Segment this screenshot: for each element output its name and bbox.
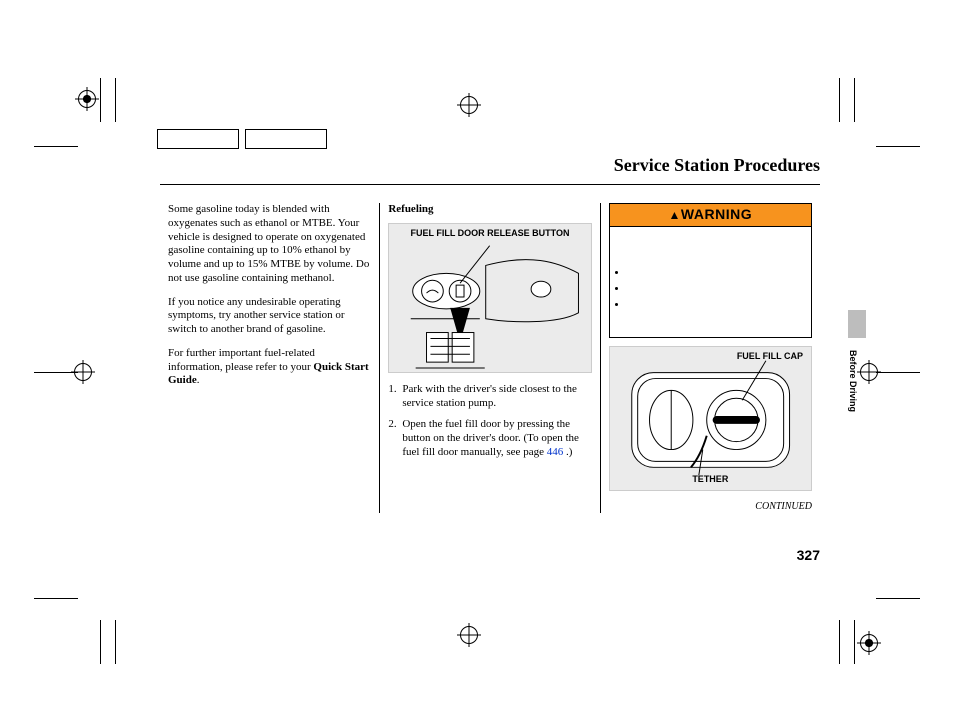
warning-box: ▲WARNING — [609, 203, 812, 338]
figure-fuel-fill-cap: FUEL FILL CAP TETHER — [609, 346, 812, 491]
column-2: Refueling FUEL FILL DOOR RELEASE BUTTON — [380, 203, 600, 513]
header-placeholder-boxes — [157, 129, 327, 149]
text: .) — [563, 446, 572, 458]
crop-mark — [34, 146, 78, 147]
warning-title: WARNING — [681, 206, 752, 222]
crop-mark — [854, 78, 855, 122]
registration-mark-icon — [74, 363, 92, 381]
title-rule — [160, 184, 820, 185]
crop-mark — [876, 598, 920, 599]
list-item — [628, 299, 801, 303]
warning-body — [610, 227, 811, 337]
text: . — [197, 374, 200, 386]
crop-mark — [854, 620, 855, 664]
registration-mark-icon — [860, 634, 878, 652]
text: For further important fuel-related infor… — [168, 347, 315, 373]
side-section-tab — [848, 310, 866, 338]
warning-triangle-icon: ▲ — [669, 208, 681, 222]
page-reference-link[interactable]: 446 — [547, 446, 564, 458]
registration-mark-icon — [860, 363, 878, 381]
step-list: Park with the driver's side closest to t… — [388, 383, 591, 460]
crop-mark — [876, 372, 920, 373]
crop-mark — [34, 598, 78, 599]
crop-mark — [115, 78, 116, 122]
list-item — [628, 283, 801, 287]
column-1: Some gasoline today is blended with oxyg… — [160, 203, 380, 513]
registration-mark-icon — [460, 626, 478, 644]
paragraph: If you notice any undesirable operating … — [168, 296, 371, 337]
list-item — [628, 267, 801, 271]
warning-bullet-list — [628, 267, 801, 303]
list-item: Open the fuel fill door by pressing the … — [388, 418, 591, 459]
crop-mark — [839, 620, 840, 664]
figure-fuel-door-release: FUEL FILL DOOR RELEASE BUTTON — [388, 223, 591, 373]
page-content: Service Station Procedures Some gasoline… — [160, 155, 820, 513]
section-heading: Refueling — [388, 203, 591, 217]
paragraph: Some gasoline today is blended with oxyg… — [168, 203, 371, 286]
paragraph: For further important fuel-related infor… — [168, 347, 371, 388]
side-section-label: Before Driving — [848, 350, 858, 412]
crop-mark — [115, 620, 116, 664]
column-3: ▲WARNING FUEL FILL CAP TETHER — [601, 203, 820, 513]
crop-mark — [100, 620, 101, 664]
crop-mark — [100, 78, 101, 122]
fuel-cap-illustration-icon — [610, 347, 811, 490]
warning-header: ▲WARNING — [610, 204, 811, 227]
crop-mark — [876, 146, 920, 147]
page-title: Service Station Procedures — [160, 155, 820, 176]
text: Park with the driver's side closest to t… — [402, 383, 577, 409]
continued-indicator: CONTINUED — [609, 501, 812, 514]
registration-mark-icon — [78, 90, 96, 108]
list-item: Park with the driver's side closest to t… — [388, 383, 591, 411]
dashboard-illustration-icon — [389, 224, 590, 372]
crop-mark — [839, 78, 840, 122]
page-number: 327 — [797, 547, 820, 563]
registration-mark-icon — [460, 96, 478, 114]
